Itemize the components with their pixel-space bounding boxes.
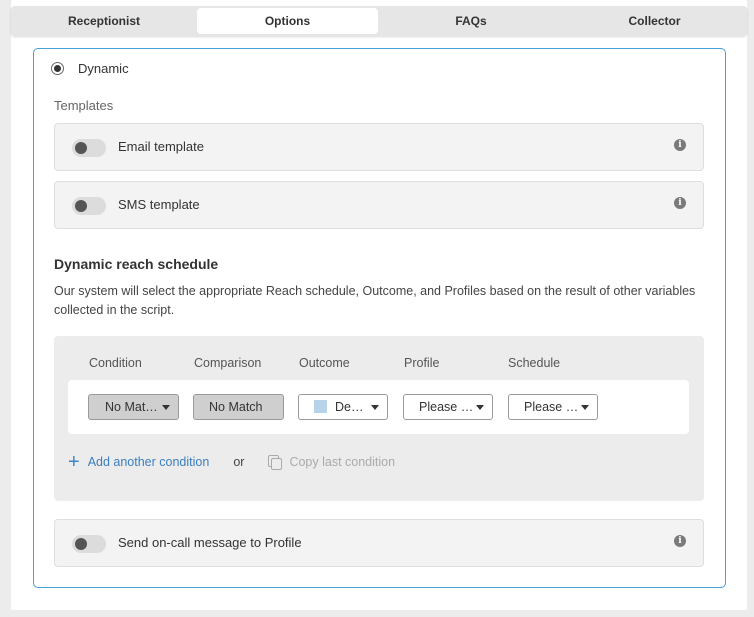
sms-template-label: SMS template bbox=[118, 197, 200, 212]
copy-icon bbox=[268, 455, 283, 470]
chevron-down-icon bbox=[581, 405, 589, 410]
add-condition-link[interactable]: Add another condition bbox=[88, 455, 210, 469]
plus-icon[interactable]: + bbox=[68, 452, 80, 472]
tab-faqs[interactable]: FAQs bbox=[380, 8, 562, 34]
sms-template-toggle[interactable] bbox=[72, 197, 106, 215]
templates-label: Templates bbox=[54, 98, 114, 113]
conditions-box: Condition Comparison Outcome Profile Sch… bbox=[54, 336, 704, 501]
condition-value: No Mat… bbox=[105, 400, 158, 414]
schedule-select[interactable]: Please … bbox=[508, 394, 598, 420]
email-template-label: Email template bbox=[118, 139, 204, 154]
or-label: or bbox=[233, 455, 245, 469]
condition-select[interactable]: No Mat… bbox=[88, 394, 179, 420]
profile-value: Please … bbox=[419, 400, 474, 414]
info-icon[interactable]: i bbox=[674, 197, 686, 209]
oncall-message-toggle[interactable] bbox=[72, 535, 106, 553]
info-icon[interactable]: i bbox=[674, 535, 686, 547]
email-template-toggle[interactable] bbox=[72, 139, 106, 157]
column-header-condition: Condition bbox=[89, 356, 142, 370]
tab-bar: Receptionist Options FAQs Collector bbox=[11, 6, 747, 36]
chevron-down-icon bbox=[476, 405, 484, 410]
column-header-schedule: Schedule bbox=[508, 356, 561, 370]
profile-select[interactable]: Please … bbox=[403, 394, 493, 420]
condition-row: No Mat… No Match De… Please … Please … bbox=[68, 380, 689, 434]
dynamic-reach-schedule-description: Our system will select the appropriate R… bbox=[54, 284, 696, 317]
schedule-value: Please … bbox=[524, 400, 579, 414]
dynamic-radio[interactable] bbox=[51, 62, 64, 75]
comparison-value: No Match bbox=[209, 400, 263, 414]
tab-options[interactable]: Options bbox=[197, 8, 378, 34]
comparison-select[interactable]: No Match bbox=[193, 394, 284, 420]
chevron-down-icon bbox=[162, 405, 170, 410]
copy-last-condition-link[interactable]: Copy last condition bbox=[289, 455, 395, 469]
oncall-message-label: Send on-call message to Profile bbox=[118, 535, 302, 550]
column-header-outcome: Outcome bbox=[299, 356, 350, 370]
dynamic-radio-label: Dynamic bbox=[78, 61, 129, 76]
info-icon[interactable]: i bbox=[674, 139, 686, 151]
tab-receptionist[interactable]: Receptionist bbox=[13, 8, 195, 34]
column-header-comparison: Comparison bbox=[194, 356, 262, 370]
tab-collector[interactable]: Collector bbox=[564, 8, 745, 34]
column-header-profile: Profile bbox=[404, 356, 440, 370]
outcome-color-swatch bbox=[314, 400, 327, 413]
chevron-down-icon bbox=[371, 405, 379, 410]
sms-template-card: SMS template i bbox=[54, 181, 704, 229]
oncall-message-card: Send on-call message to Profile i bbox=[54, 519, 704, 567]
dynamic-options-panel: Dynamic Templates Email template i SMS t… bbox=[33, 48, 726, 588]
outcome-select[interactable]: De… bbox=[298, 394, 388, 420]
outcome-value: De… bbox=[335, 400, 364, 414]
dynamic-reach-schedule-heading: Dynamic reach schedule bbox=[54, 256, 219, 272]
dynamic-radio-option[interactable]: Dynamic bbox=[51, 61, 129, 76]
condition-actions: + Add another condition or Copy last con… bbox=[68, 452, 395, 472]
email-template-card: Email template i bbox=[54, 123, 704, 171]
